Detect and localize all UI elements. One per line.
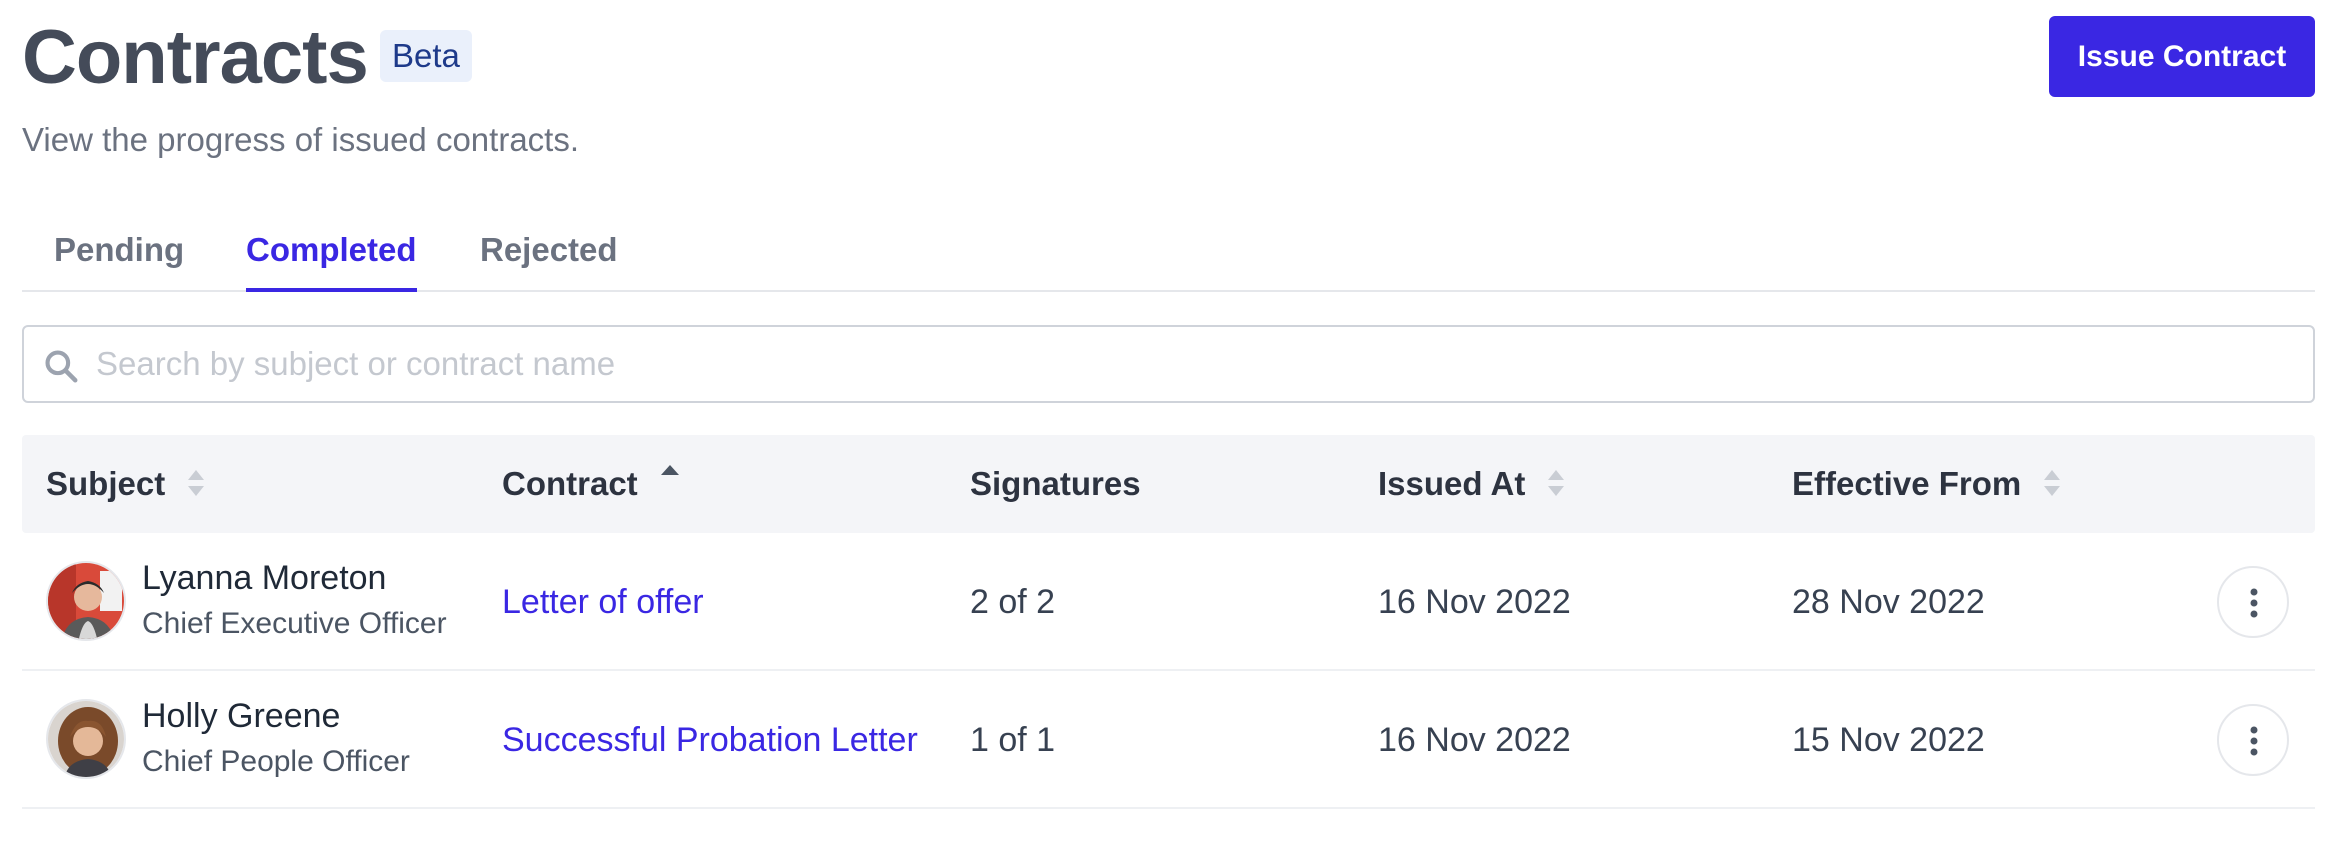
tab-rejected[interactable]: Rejected xyxy=(480,230,618,292)
subject-role: Chief Executive Officer xyxy=(142,607,447,640)
table-row: Holly Greene Chief People Officer Succes… xyxy=(22,671,2315,809)
sort-icon xyxy=(188,470,205,497)
subject-name: Holly Greene xyxy=(142,697,341,735)
issue-contract-button[interactable]: Issue Contract xyxy=(2049,16,2315,97)
row-actions-button[interactable] xyxy=(2217,566,2289,638)
table-row: Lyanna Moreton Chief Executive Officer L… xyxy=(22,533,2315,671)
sort-icon xyxy=(2044,470,2061,497)
row-actions-button[interactable] xyxy=(2217,704,2289,776)
search-input[interactable] xyxy=(96,327,2296,401)
more-vertical-icon xyxy=(2250,588,2258,618)
column-header-label: Effective From xyxy=(1792,465,2022,502)
more-vertical-icon xyxy=(2250,726,2258,756)
column-header-issued-at[interactable]: Issued At xyxy=(1378,435,1566,533)
contract-link[interactable]: Letter of offer xyxy=(502,533,704,671)
tab-bar: Pending Completed Rejected xyxy=(22,222,2315,292)
table-header: Subject Contract Signatures Issued At Ef… xyxy=(22,435,2315,533)
effective-from-date: 28 Nov 2022 xyxy=(1792,583,1985,621)
tab-completed[interactable]: Completed xyxy=(246,230,417,292)
tab-pending[interactable]: Pending xyxy=(54,230,184,292)
column-header-label: Subject xyxy=(46,465,166,502)
column-header-effective-from[interactable]: Effective From xyxy=(1792,435,2062,533)
search-icon xyxy=(45,350,78,383)
subject-role: Chief People Officer xyxy=(142,745,410,778)
sort-icon xyxy=(1548,470,1565,497)
column-header-label: Issued At xyxy=(1378,465,1526,502)
sort-ascending-icon xyxy=(660,465,679,476)
signatures-count: 1 of 1 xyxy=(970,721,1056,759)
column-header-subject[interactable]: Subject xyxy=(46,435,206,533)
column-header-contract[interactable]: Contract xyxy=(502,435,681,533)
beta-badge: Beta xyxy=(380,30,472,82)
search-box xyxy=(22,325,2315,403)
effective-from-date: 15 Nov 2022 xyxy=(1792,721,1985,759)
column-header-label: Contract xyxy=(502,465,638,502)
issued-at-date: 16 Nov 2022 xyxy=(1378,721,1571,759)
signatures-count: 2 of 2 xyxy=(970,583,1056,621)
column-header-signatures: Signatures xyxy=(970,435,1141,533)
avatar xyxy=(46,561,126,641)
avatar xyxy=(46,699,126,779)
page-subtitle: View the progress of issued contracts. xyxy=(22,121,580,158)
contract-link[interactable]: Successful Probation Letter xyxy=(502,671,918,809)
page-title: Contracts xyxy=(22,15,369,100)
issued-at-date: 16 Nov 2022 xyxy=(1378,583,1571,621)
column-header-label: Signatures xyxy=(970,465,1141,502)
subject-name: Lyanna Moreton xyxy=(142,559,387,597)
